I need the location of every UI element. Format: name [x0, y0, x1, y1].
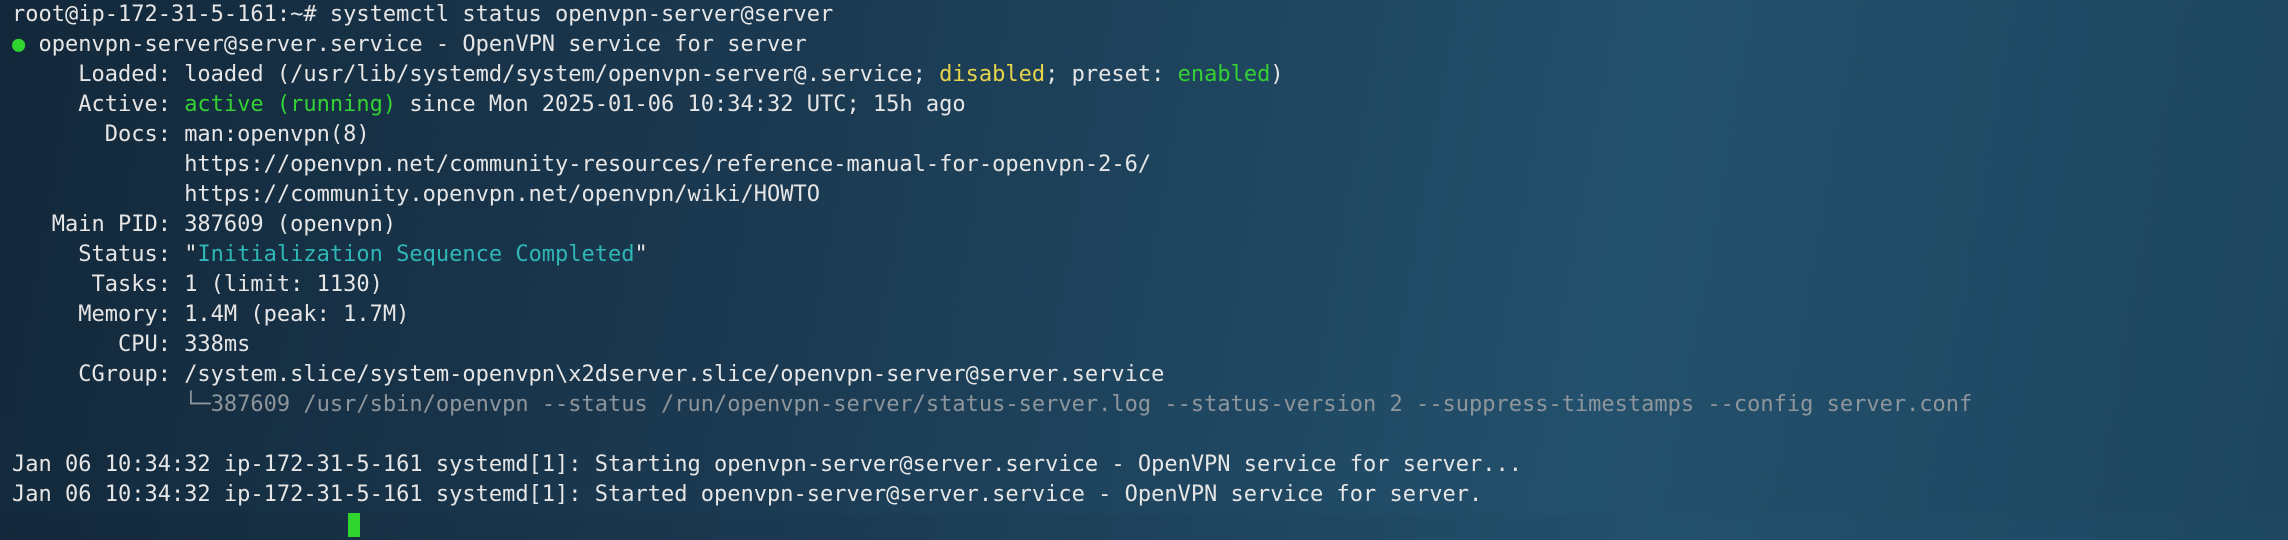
loaded-line: Loaded: loaded (/usr/lib/systemd/system/…: [12, 60, 2282, 90]
cpu-key: CPU:: [12, 332, 185, 357]
journal-log-line: Jan 06 10:34:32 ip-172-31-5-161 systemd[…: [12, 480, 2282, 510]
terminal-cursor[interactable]: [348, 513, 360, 537]
tree-branch-icon: └─: [184, 392, 211, 417]
active-key: Active:: [12, 92, 185, 117]
cgroup-indent: [12, 392, 184, 417]
tasks-value: 1 (limit: 1130): [184, 272, 383, 297]
docs-item: man:openvpn(8): [184, 122, 370, 147]
journal-log-line: Jan 06 10:34:32 ip-172-31-5-161 systemd[…: [12, 450, 2282, 480]
loaded-prefix: loaded (/usr/lib/systemd/system/openvpn-…: [184, 62, 940, 87]
command-line: root@ip-172-31-5-161:~# systemctl status…: [12, 0, 2282, 30]
cgroup-value: /system.slice/system-openvpn\x2dserver.s…: [184, 362, 1165, 387]
docs-key: Docs:: [12, 122, 185, 147]
terminal-window[interactable]: root@ip-172-31-5-161:~# systemctl status…: [12, 0, 2282, 537]
active-since: since Mon 2025-01-06 10:34:32 UTC; 15h a…: [396, 92, 966, 117]
docs-line: https://community.openvpn.net/openvpn/wi…: [12, 180, 2282, 210]
loaded-preset: enabled: [1177, 62, 1271, 87]
journal-log-text: Jan 06 10:34:32 ip-172-31-5-161 systemd[…: [12, 452, 1522, 477]
status-quote-close: ": [634, 242, 648, 267]
status-value: Initialization Sequence Completed: [197, 242, 635, 267]
journal-log-text: Jan 06 10:34:32 ip-172-31-5-161 systemd[…: [12, 482, 1483, 507]
status-line: Status: "Initialization Sequence Complet…: [12, 240, 2282, 270]
loaded-mid: ; preset:: [1045, 62, 1178, 87]
main-pid-line: Main PID: 387609 (openvpn): [12, 210, 2282, 240]
prompt-command: root@ip-172-31-5-161:~# systemctl status…: [12, 2, 834, 27]
cgroup-process-line: └─387609 /usr/sbin/openvpn --status /run…: [12, 390, 2282, 420]
docs-line: Docs: man:openvpn(8): [12, 120, 2282, 150]
loaded-key: Loaded:: [12, 62, 185, 87]
docs-line: https://openvpn.net/community-resources/…: [12, 150, 2282, 180]
service-header: openvpn-server@server.service - OpenVPN …: [25, 32, 807, 57]
memory-line: Memory: 1.4M (peak: 1.7M): [12, 300, 2282, 330]
docs-indent: [12, 152, 184, 177]
status-quote-open: ": [184, 242, 198, 267]
input-line[interactable]: [12, 510, 2282, 540]
loaded-suffix: ): [1270, 62, 1284, 87]
cgroup-line: CGroup: /system.slice/system-openvpn\x2d…: [12, 360, 2282, 390]
docs-link[interactable]: https://community.openvpn.net/openvpn/wi…: [184, 182, 820, 207]
cgroup-process: 387609 /usr/sbin/openvpn --status /run/o…: [210, 392, 1973, 417]
active-line: Active: active (running) since Mon 2025-…: [12, 90, 2282, 120]
cpu-line: CPU: 338ms: [12, 330, 2282, 360]
status-key: Status:: [12, 242, 185, 267]
main-pid-key: Main PID:: [12, 212, 185, 237]
status-bullet-icon: ●: [12, 32, 26, 57]
cpu-value: 338ms: [184, 332, 251, 357]
cgroup-key: CGroup:: [12, 362, 185, 387]
active-state: active (running): [184, 92, 397, 117]
memory-value: 1.4M (peak: 1.7M): [184, 302, 410, 327]
tasks-key: Tasks:: [12, 272, 185, 297]
service-header-line: ● openvpn-server@server.service - OpenVP…: [12, 30, 2282, 60]
tasks-line: Tasks: 1 (limit: 1130): [12, 270, 2282, 300]
loaded-state: disabled: [939, 62, 1046, 87]
memory-key: Memory:: [12, 302, 185, 327]
docs-link[interactable]: https://openvpn.net/community-resources/…: [184, 152, 1151, 177]
main-pid-value: 387609 (openvpn): [184, 212, 397, 237]
docs-indent: [12, 182, 184, 207]
